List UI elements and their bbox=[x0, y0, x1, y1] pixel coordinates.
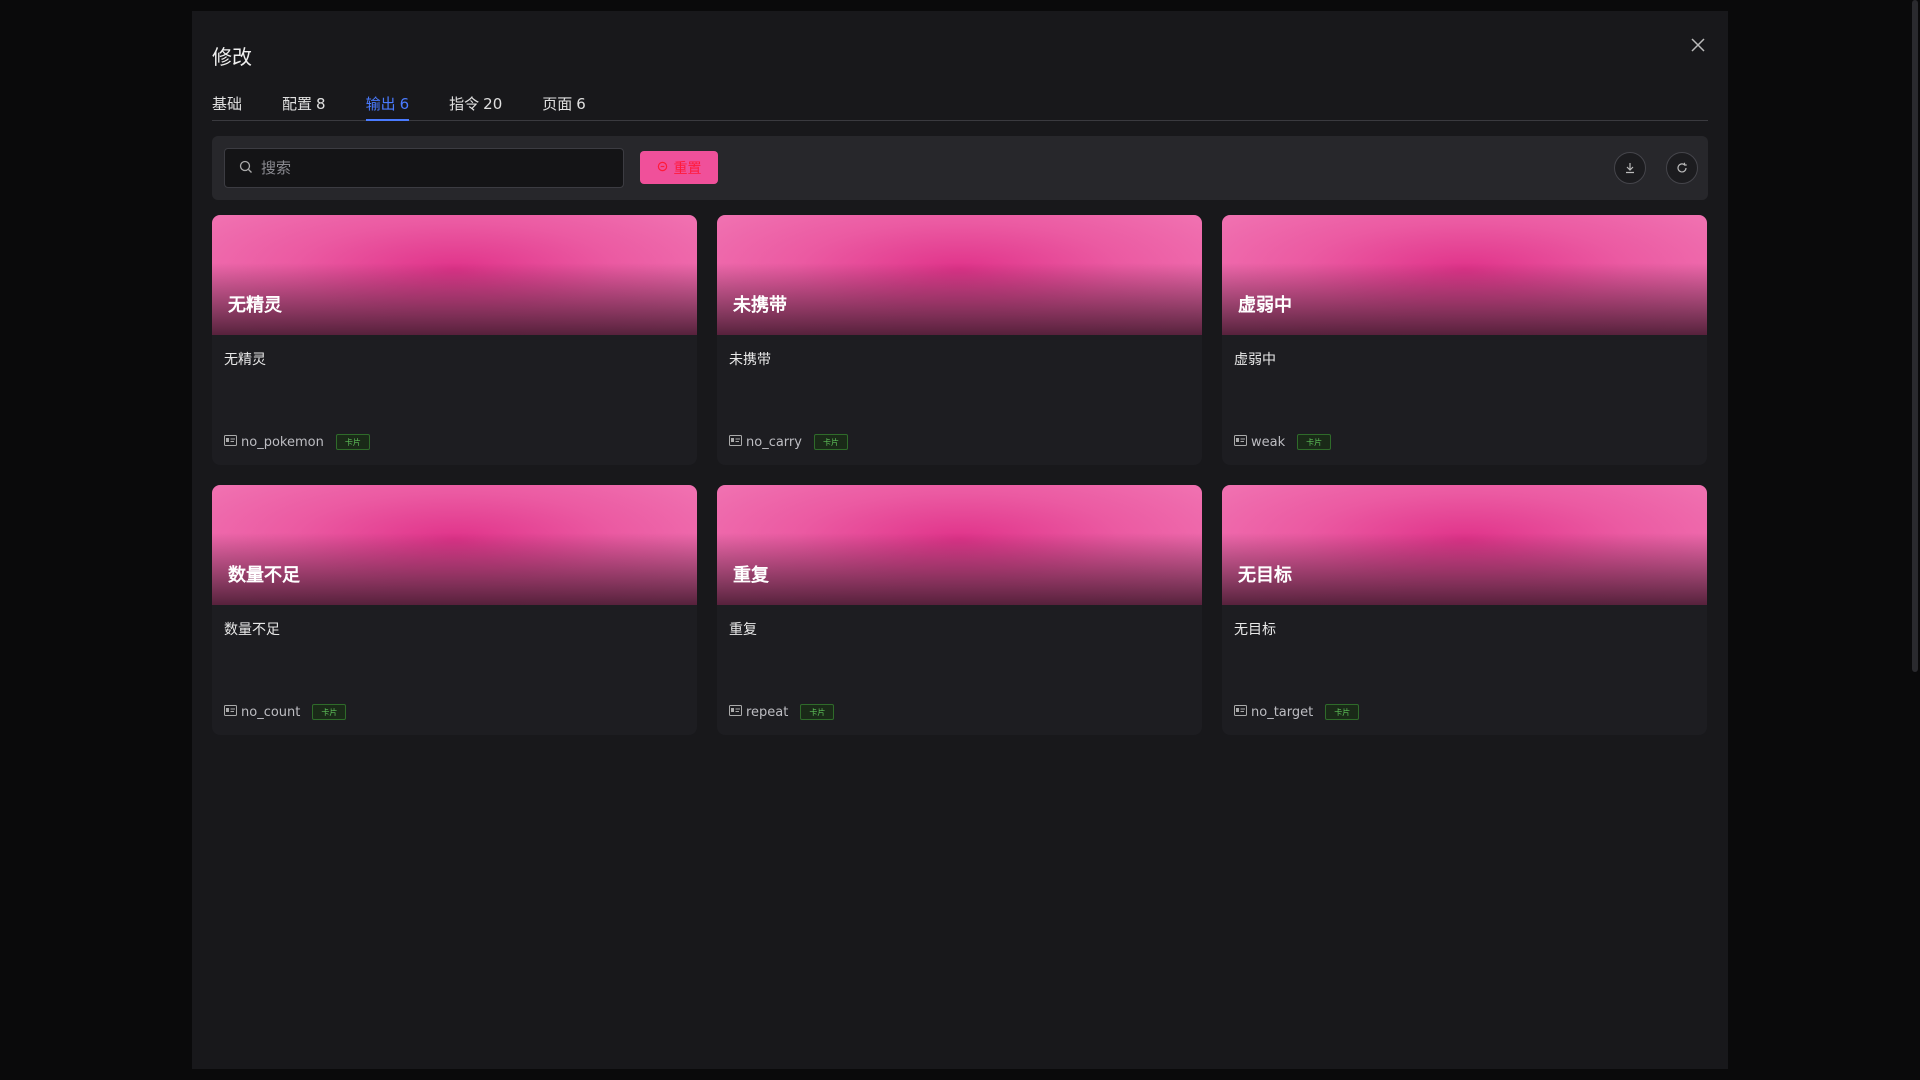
output-card[interactable]: 未携带 未携带 no_carry 卡片 bbox=[717, 215, 1202, 465]
card-grid: 无精灵 无精灵 no_pokemon 卡片 未携带 未携带 no_carry 卡… bbox=[212, 215, 1708, 735]
card-banner: 未携带 bbox=[717, 215, 1202, 335]
modal-title: 修改 bbox=[212, 45, 252, 69]
card-type-tag: 卡片 bbox=[335, 434, 370, 450]
card-id: repeat bbox=[746, 704, 789, 720]
tab-label: 输出 bbox=[365, 95, 396, 113]
tab-basic[interactable]: 基础 bbox=[212, 81, 242, 120]
tab-label: 指令 bbox=[449, 95, 480, 113]
tab-label: 基础 bbox=[212, 95, 243, 113]
card-type-tag: 卡片 bbox=[1325, 704, 1360, 720]
edit-modal: 修改 基础 配置8 输出6 指令20 页面6 重 bbox=[192, 11, 1728, 1069]
card-banner-title: 无目标 bbox=[1238, 565, 1292, 586]
card-banner: 虚弱中 bbox=[1222, 215, 1707, 335]
card-id: no_target bbox=[1251, 704, 1314, 720]
download-icon bbox=[1624, 159, 1636, 178]
card-banner-title: 虚弱中 bbox=[1238, 295, 1292, 316]
card-description: 重复 bbox=[729, 622, 757, 638]
card-description: 未携带 bbox=[729, 352, 771, 368]
tab-bar: 基础 配置 8 输出 6 指令 20 页面 6 bbox=[212, 81, 1708, 121]
card-banner-title: 重复 bbox=[733, 565, 769, 586]
tab-output[interactable]: 输出 6 bbox=[365, 81, 410, 121]
reset-label: 重置 bbox=[673, 160, 702, 177]
card-id: no_pokemon bbox=[241, 434, 324, 450]
card-description: 无精灵 bbox=[224, 352, 266, 368]
card-meta: no_carry 卡片 bbox=[729, 434, 848, 450]
tab-count: 6 bbox=[576, 95, 586, 113]
reset-icon bbox=[657, 160, 668, 176]
card-meta: weak 卡片 bbox=[1234, 434, 1332, 450]
download-button[interactable] bbox=[1614, 152, 1646, 184]
card-banner: 无目标 bbox=[1222, 485, 1707, 605]
id-card-icon bbox=[224, 704, 237, 720]
card-id: no_carry bbox=[746, 434, 802, 450]
id-card-icon bbox=[729, 704, 742, 720]
card-banner-title: 无精灵 bbox=[228, 295, 282, 316]
tab-count: 8 bbox=[316, 95, 326, 113]
tab-label: 配置 bbox=[282, 95, 313, 113]
page-scrollbar[interactable] bbox=[1912, 0, 1918, 672]
card-meta: no_count 卡片 bbox=[224, 704, 347, 720]
card-banner-title: 未携带 bbox=[733, 295, 787, 316]
output-card[interactable]: 数量不足 数量不足 no_count 卡片 bbox=[212, 485, 697, 735]
refresh-icon bbox=[1676, 159, 1688, 178]
card-type-tag: 卡片 bbox=[800, 704, 835, 720]
card-type-tag: 卡片 bbox=[813, 434, 848, 450]
toolbar: 重置 bbox=[212, 136, 1708, 200]
card-banner: 重复 bbox=[717, 485, 1202, 605]
card-type-tag: 卡片 bbox=[1297, 434, 1332, 450]
tab-commands[interactable]: 指令 20 bbox=[449, 81, 502, 120]
tab-count: 20 bbox=[483, 95, 503, 113]
output-card[interactable]: 虚弱中 虚弱中 weak 卡片 bbox=[1222, 215, 1707, 465]
refresh-button[interactable] bbox=[1666, 152, 1698, 184]
close-icon[interactable] bbox=[1686, 33, 1710, 57]
card-id: no_count bbox=[241, 704, 301, 720]
card-type-tag: 卡片 bbox=[312, 704, 347, 720]
card-meta: no_pokemon 卡片 bbox=[224, 434, 370, 450]
output-card[interactable]: 无目标 无目标 no_target 卡片 bbox=[1222, 485, 1707, 735]
id-card-icon bbox=[224, 434, 237, 450]
reset-button[interactable]: 重置 bbox=[640, 151, 718, 184]
card-meta: repeat 卡片 bbox=[729, 704, 835, 720]
id-card-icon bbox=[1234, 704, 1247, 720]
tab-label: 页面 bbox=[542, 95, 573, 113]
card-description: 无目标 bbox=[1234, 622, 1276, 638]
tab-pages[interactable]: 页面 6 bbox=[542, 81, 586, 120]
id-card-icon bbox=[729, 434, 742, 450]
card-id: weak bbox=[1251, 434, 1286, 450]
output-card[interactable]: 重复 重复 repeat 卡片 bbox=[717, 485, 1202, 735]
search-icon bbox=[239, 159, 253, 178]
output-card[interactable]: 无精灵 无精灵 no_pokemon 卡片 bbox=[212, 215, 697, 465]
tab-count: 6 bbox=[399, 95, 410, 113]
search-box[interactable] bbox=[224, 148, 624, 188]
tab-config[interactable]: 配置 8 bbox=[282, 81, 326, 120]
card-banner-title: 数量不足 bbox=[228, 565, 300, 586]
card-description: 数量不足 bbox=[224, 622, 280, 638]
card-meta: no_target 卡片 bbox=[1234, 704, 1360, 720]
card-banner: 数量不足 bbox=[212, 485, 697, 605]
card-banner: 无精灵 bbox=[212, 215, 697, 335]
search-input[interactable] bbox=[261, 159, 601, 177]
card-description: 虚弱中 bbox=[1234, 352, 1276, 368]
id-card-icon bbox=[1234, 434, 1247, 450]
